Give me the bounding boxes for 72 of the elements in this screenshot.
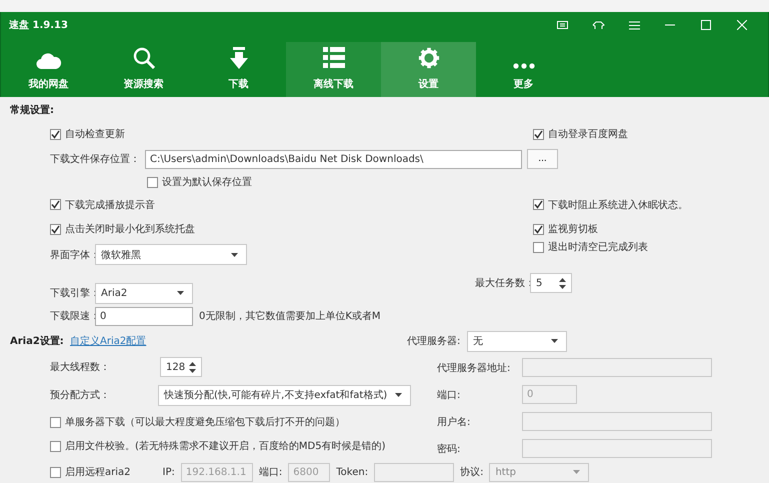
checkbox[interactable] — [533, 128, 544, 140]
window-title: 速盘 1.9.13 — [9, 18, 69, 32]
checkbox[interactable] — [50, 199, 61, 210]
checkbox-label: 自动登录百度网盘 — [548, 128, 628, 141]
engine-dropdown[interactable]: Aria2 — [95, 282, 193, 304]
checkbox[interactable] — [533, 224, 544, 234]
checkbox[interactable] — [50, 224, 61, 234]
prealloc-dropdown[interactable]: 快速预分配(快,可能有碎片,不支持exfat和fat格式) — [158, 384, 411, 406]
cloud-icon — [36, 53, 62, 69]
speed-limit-field[interactable]: 0 — [95, 306, 193, 326]
dropdown-caret-icon — [395, 393, 402, 397]
hint-text: 0无限制，其它数值需要加上单位K或者M — [199, 310, 381, 323]
nav-tab[interactable]: 我的网盘 — [1, 42, 96, 97]
dropdown-caret-icon — [177, 291, 184, 295]
field-label: 端口: — [437, 388, 462, 402]
search-icon — [132, 47, 154, 69]
checkbox-label: 下载完成播放提示音 — [65, 198, 155, 212]
field-label: 最大线程数： — [50, 360, 111, 374]
checkbox[interactable] — [50, 416, 61, 428]
save-path-field[interactable]: C:\Users\admin\Downloads\Baidu Net Disk Downloads\ — [145, 150, 522, 168]
more-icon — [512, 63, 534, 69]
dropdown-caret-icon — [551, 339, 558, 343]
list-icon — [322, 47, 344, 69]
field-label: IP: — [162, 466, 175, 478]
browse-button[interactable]: ... — [527, 149, 558, 169]
field-label: 预分配方式： — [50, 388, 111, 402]
checkbox[interactable] — [50, 128, 61, 140]
spinner-arrows-icon — [559, 278, 566, 288]
max-threads-spinner[interactable]: 128 — [160, 357, 202, 377]
checkbox[interactable] — [533, 242, 544, 252]
section-heading: 常规设置: — [10, 104, 54, 117]
custom-config-link[interactable]: 自定义Aria2配置 — [70, 334, 146, 348]
checkbox-label: 下载时阻止系统进入休眠状态。 — [548, 198, 688, 212]
checkbox[interactable] — [50, 440, 61, 452]
checkbox-label: 启用文件校验。(若无特殊需求不建议开启，百度给的MD5有时候是错的) — [65, 440, 386, 453]
proxy-dropdown[interactable]: 无 — [467, 330, 567, 352]
checkbox-label: 启用远程aria2 — [65, 466, 131, 479]
field-label: Token: — [336, 466, 368, 478]
section-heading: Aria2设置: — [10, 334, 65, 348]
field-label: 端口: — [258, 466, 282, 479]
minimize-icon — [665, 24, 675, 26]
checkbox-label: 点击关闭时最小化到系统托盘 — [65, 222, 195, 236]
settings-icon — [418, 47, 440, 69]
nav-tab[interactable]: 资源搜索 — [96, 42, 191, 97]
checkbox-label: 单服务器下载（可以最大程度避免压缩包下载后打不开的问题） — [65, 416, 345, 429]
field-label: 密码: — [437, 442, 462, 456]
menu-icon — [628, 20, 640, 30]
checkbox[interactable] — [147, 176, 158, 188]
maximize-icon — [701, 20, 711, 30]
field-label: 下载文件保存位置： — [50, 152, 141, 166]
message-icon — [556, 20, 568, 30]
close-icon — [737, 20, 747, 30]
checkbox-label: 退出时清空已完成列表 — [548, 240, 648, 254]
nav-tab[interactable]: 设置 — [381, 42, 476, 97]
nav-tab[interactable]: 更多 — [476, 42, 571, 97]
checkbox[interactable] — [533, 199, 544, 210]
checkbox-label: 监视剪切板 — [548, 222, 598, 236]
font-dropdown[interactable]: 微软雅黑 — [95, 244, 247, 265]
nav-tab[interactable]: 下载 — [191, 42, 286, 97]
field-label: 代理服务器地址: — [437, 362, 512, 374]
field-label: 用户名: — [437, 416, 472, 428]
dropdown-caret-icon — [573, 470, 580, 474]
field-label: 代理服务器: — [407, 335, 462, 348]
spinner-arrows-icon — [189, 362, 196, 372]
field-label: 协议: — [460, 466, 484, 479]
max-tasks-spinner[interactable]: 5 — [530, 273, 572, 293]
checkbox-label: 设置为默认保存位置 — [162, 176, 252, 189]
shirt-icon — [592, 20, 604, 30]
download-icon — [228, 47, 248, 69]
nav-tab[interactable]: 离线下载 — [286, 42, 381, 97]
dropdown-caret-icon — [231, 252, 238, 256]
checkbox-label: 自动检查更新 — [65, 128, 125, 141]
